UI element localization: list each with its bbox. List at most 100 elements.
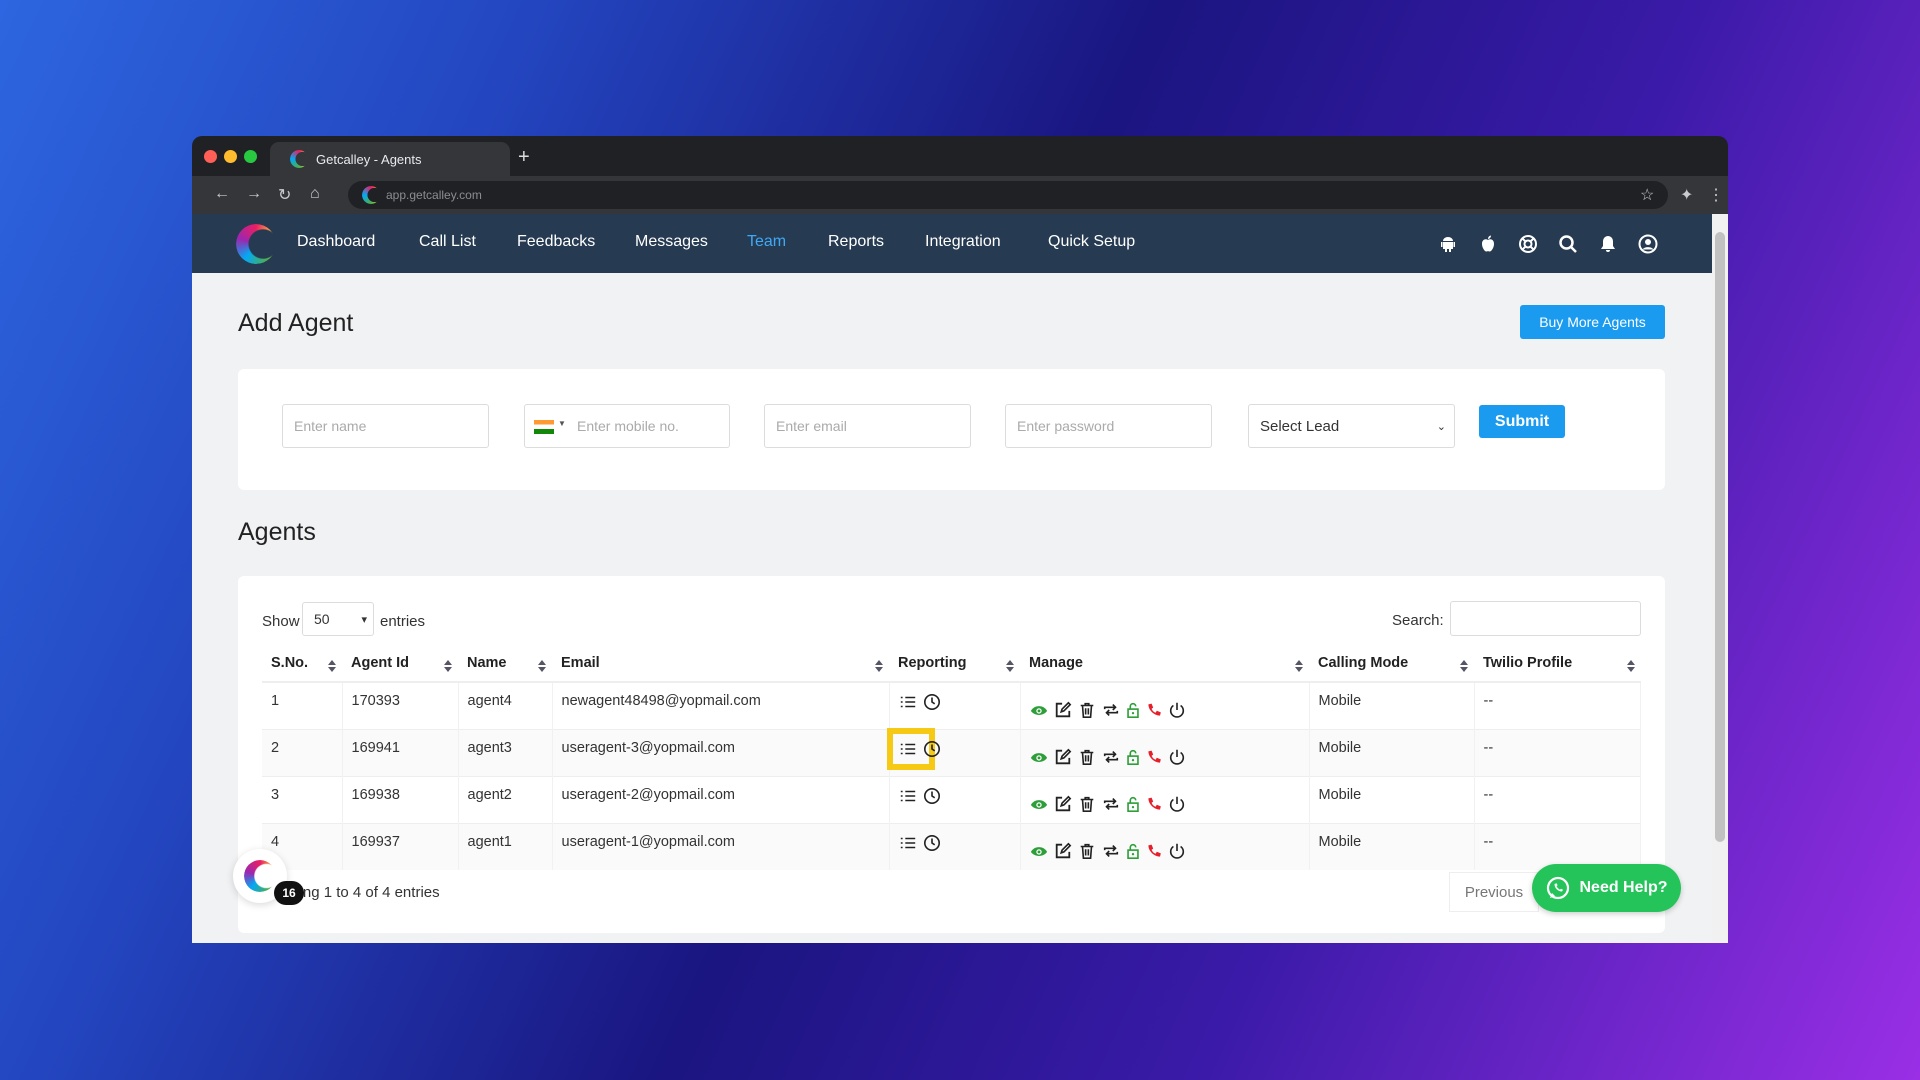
new-tab-button[interactable]: + <box>518 146 530 169</box>
nav-feedbacks[interactable]: Feedbacks <box>517 233 595 251</box>
col-agent-id[interactable]: Agent Id <box>342 645 458 683</box>
edit-icon[interactable] <box>1054 748 1072 766</box>
need-help-button[interactable]: Need Help? <box>1532 864 1681 912</box>
nav-messages[interactable]: Messages <box>635 233 708 251</box>
unlock-icon[interactable] <box>1126 701 1140 719</box>
app-logo[interactable] <box>236 224 276 264</box>
back-icon[interactable]: ← <box>214 185 230 203</box>
email-input[interactable]: Enter email <box>764 404 971 448</box>
delete-icon[interactable] <box>1078 842 1096 860</box>
cell-mode: Mobile <box>1309 681 1475 729</box>
power-icon[interactable] <box>1168 795 1186 813</box>
transfer-icon[interactable] <box>1102 748 1120 766</box>
unlock-icon[interactable] <box>1126 748 1140 766</box>
power-icon[interactable] <box>1168 842 1186 860</box>
clock-icon[interactable] <box>923 740 941 758</box>
col-name[interactable]: Name <box>458 645 552 683</box>
table-search-input[interactable] <box>1450 601 1641 636</box>
col-sno[interactable]: S.No. <box>262 645 342 683</box>
power-icon[interactable] <box>1168 748 1186 766</box>
call-log-icon[interactable] <box>1146 701 1162 719</box>
submit-button[interactable]: Submit <box>1479 405 1565 438</box>
report-list-icon[interactable] <box>899 693 917 711</box>
transfer-icon[interactable] <box>1102 795 1120 813</box>
edit-icon[interactable] <box>1054 842 1072 860</box>
entries-select[interactable]: 50 ▾ <box>302 602 374 636</box>
edit-icon[interactable] <box>1054 701 1072 719</box>
url-bar[interactable]: app.getcalley.com <box>348 181 1668 209</box>
report-list-icon[interactable] <box>899 834 917 852</box>
password-input[interactable]: Enter password <box>1005 404 1212 448</box>
android-icon[interactable] <box>1438 234 1458 254</box>
country-dropdown-icon[interactable]: ▼ <box>558 419 566 428</box>
address-bar-row: ← → ↻ ⌂ app.getcalley.com ☆ ✦ ⋮ <box>192 176 1728 214</box>
nav-call-list[interactable]: Call List <box>419 233 476 251</box>
reload-icon[interactable]: ↻ <box>278 185 291 205</box>
maximize-window-button[interactable] <box>244 150 257 163</box>
unlock-icon[interactable] <box>1126 842 1140 860</box>
col-calling-mode[interactable]: Calling Mode <box>1309 645 1474 683</box>
forward-icon[interactable]: → <box>246 185 262 203</box>
name-input[interactable]: Enter name <box>282 404 489 448</box>
call-log-icon[interactable] <box>1146 795 1162 813</box>
report-list-icon[interactable] <box>899 787 917 805</box>
unlock-icon[interactable] <box>1126 795 1140 813</box>
delete-icon[interactable] <box>1078 795 1096 813</box>
close-window-button[interactable] <box>204 150 217 163</box>
extensions-icon[interactable]: ✦ <box>1680 185 1693 205</box>
call-log-icon[interactable] <box>1146 748 1162 766</box>
cell-email: useragent-2@yopmail.com <box>552 775 890 823</box>
col-reporting[interactable]: Reporting <box>889 645 1020 683</box>
india-flag-icon[interactable] <box>534 420 554 434</box>
transfer-icon[interactable] <box>1102 842 1120 860</box>
view-icon[interactable] <box>1030 842 1048 860</box>
col-label: Calling Mode <box>1318 655 1409 671</box>
user-icon[interactable] <box>1638 234 1658 254</box>
clock-icon[interactable] <box>923 693 941 711</box>
delete-icon[interactable] <box>1078 748 1096 766</box>
select-lead-dropdown[interactable]: Select Lead ⌄ <box>1248 404 1455 448</box>
clock-icon[interactable] <box>923 834 941 852</box>
browser-menu-icon[interactable]: ⋮ <box>1708 185 1724 205</box>
reporting-action[interactable] <box>899 787 923 805</box>
clock-icon[interactable] <box>923 787 941 805</box>
transfer-icon[interactable] <box>1102 701 1120 719</box>
previous-page-button[interactable]: Previous <box>1449 872 1539 912</box>
call-log-icon[interactable] <box>1146 842 1162 860</box>
view-icon[interactable] <box>1030 701 1048 719</box>
cell-mode: Mobile <box>1309 775 1475 823</box>
col-label: Manage <box>1029 655 1083 671</box>
nav-quick-setup[interactable]: Quick Setup <box>1048 233 1135 251</box>
nav-team[interactable]: Team <box>747 233 786 251</box>
browser-tab[interactable]: Getcalley - Agents <box>270 142 510 176</box>
bookmark-star-icon[interactable]: ☆ <box>1640 185 1654 205</box>
report-list-icon[interactable] <box>899 740 917 758</box>
scrollbar-thumb[interactable] <box>1715 232 1725 842</box>
apple-icon[interactable] <box>1478 234 1498 254</box>
reporting-action[interactable] <box>886 727 935 770</box>
search-icon[interactable] <box>1558 234 1578 254</box>
view-icon[interactable] <box>1030 748 1048 766</box>
support-icon[interactable] <box>1518 234 1538 254</box>
edit-icon[interactable] <box>1054 795 1072 813</box>
col-twilio-profile[interactable]: Twilio Profile <box>1474 645 1641 683</box>
col-email[interactable]: Email <box>552 645 889 683</box>
mobile-input[interactable]: ▼ Enter mobile no. <box>524 404 730 448</box>
nav-reports[interactable]: Reports <box>828 233 884 251</box>
reporting-action[interactable] <box>899 693 923 711</box>
view-icon[interactable] <box>1030 795 1048 813</box>
delete-icon[interactable] <box>1078 701 1096 719</box>
home-icon[interactable]: ⌂ <box>310 185 320 203</box>
nav-integration[interactable]: Integration <box>925 233 1001 251</box>
reporting-action[interactable] <box>899 834 923 852</box>
sort-icon <box>1006 660 1014 672</box>
power-icon[interactable] <box>1168 701 1186 719</box>
minimize-window-button[interactable] <box>224 150 237 163</box>
col-manage[interactable]: Manage <box>1020 645 1309 683</box>
bell-icon[interactable] <box>1598 234 1618 254</box>
cell-sno: 3 <box>262 775 343 823</box>
entries-label: entries <box>380 613 426 630</box>
buy-more-agents-button[interactable]: Buy More Agents <box>1520 305 1665 339</box>
nav-dashboard[interactable]: Dashboard <box>297 233 375 251</box>
col-label: Twilio Profile <box>1483 655 1573 671</box>
